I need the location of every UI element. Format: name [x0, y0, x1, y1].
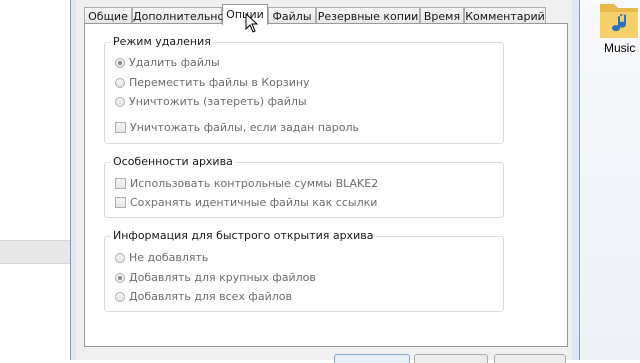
archive-features-group: Особенности архива Использовать контроль… [104, 155, 504, 218]
blake2-checksums-checkbox[interactable]: Использовать контрольные суммы BLAKE2 [115, 176, 378, 192]
background-explorer-pane [0, 0, 70, 360]
music-folder-label: Music [604, 41, 636, 55]
move-to-recycle-bin-label: Переместить файлы в Корзину [129, 76, 310, 89]
wipe-if-password-checkbox[interactable]: Уничтожать файлы, если задан пароль [115, 120, 359, 136]
add-for-all-files-radio[interactable]: Добавлять для всех файлов [115, 289, 292, 305]
cancel-button[interactable] [414, 354, 488, 363]
do-not-add-label: Не добавлять [129, 251, 209, 264]
quick-open-info-title: Информация для быстрого открытия архива [111, 229, 376, 242]
tab-backups[interactable]: Резервные копии [316, 7, 420, 24]
identical-files-as-links-checkbox[interactable]: Сохранять идентичные файлы как ссылки [115, 195, 377, 211]
wipe-files-radio[interactable]: Уничтожить (затереть) файлы [115, 94, 307, 110]
radio-selected-icon [115, 273, 125, 283]
music-folder-icon[interactable] [596, 0, 640, 40]
add-for-all-files-label: Добавлять для всех файлов [129, 290, 292, 303]
radio-selected-icon [115, 58, 125, 68]
add-for-large-files-label: Добавлять для крупных файлов [129, 271, 316, 284]
move-to-recycle-bin-radio[interactable]: Переместить файлы в Корзину [115, 75, 310, 91]
mouse-cursor-icon [245, 13, 259, 33]
radio-icon [115, 253, 125, 263]
tab-files[interactable]: Файлы [268, 7, 316, 24]
tab-time[interactable]: Время [420, 7, 464, 24]
radio-icon [115, 97, 125, 107]
add-for-large-files-radio[interactable]: Добавлять для крупных файлов [115, 270, 316, 286]
radio-icon [115, 292, 125, 302]
wipe-files-label: Уничтожить (затереть) файлы [129, 95, 307, 108]
delete-mode-title: Режим удаления [111, 35, 213, 48]
identical-files-as-links-label: Сохранять идентичные файлы как ссылки [130, 196, 378, 209]
options-tab-panel: Режим удаления Удалить файлы Переместить… [84, 23, 568, 347]
tab-general[interactable]: Общие [84, 7, 132, 24]
checkbox-icon [115, 122, 126, 133]
tab-comment[interactable]: Комментарий [464, 7, 546, 24]
delete-files-label: Удалить файлы [129, 56, 220, 69]
delete-files-radio[interactable]: Удалить файлы [115, 55, 220, 71]
background-list-row [0, 240, 70, 264]
wipe-if-password-label: Уничтожать файлы, если задан пароль [130, 121, 359, 134]
archive-features-title: Особенности архива [111, 155, 235, 168]
delete-mode-group: Режим удаления Удалить файлы Переместить… [104, 35, 504, 144]
tab-bar: Общие Дополнительно Опции Файлы Резервны… [84, 4, 554, 25]
checkbox-icon [115, 178, 126, 189]
quick-open-info-group: Информация для быстрого открытия архива … [104, 229, 504, 312]
tab-advanced[interactable]: Дополнительно [132, 7, 224, 24]
radio-icon [115, 78, 125, 88]
blake2-checksums-label: Использовать контрольные суммы BLAKE2 [130, 177, 379, 190]
do-not-add-radio[interactable]: Не добавлять [115, 250, 208, 266]
checkbox-icon [115, 197, 126, 208]
ok-button[interactable] [334, 354, 410, 363]
help-button[interactable] [494, 354, 566, 363]
